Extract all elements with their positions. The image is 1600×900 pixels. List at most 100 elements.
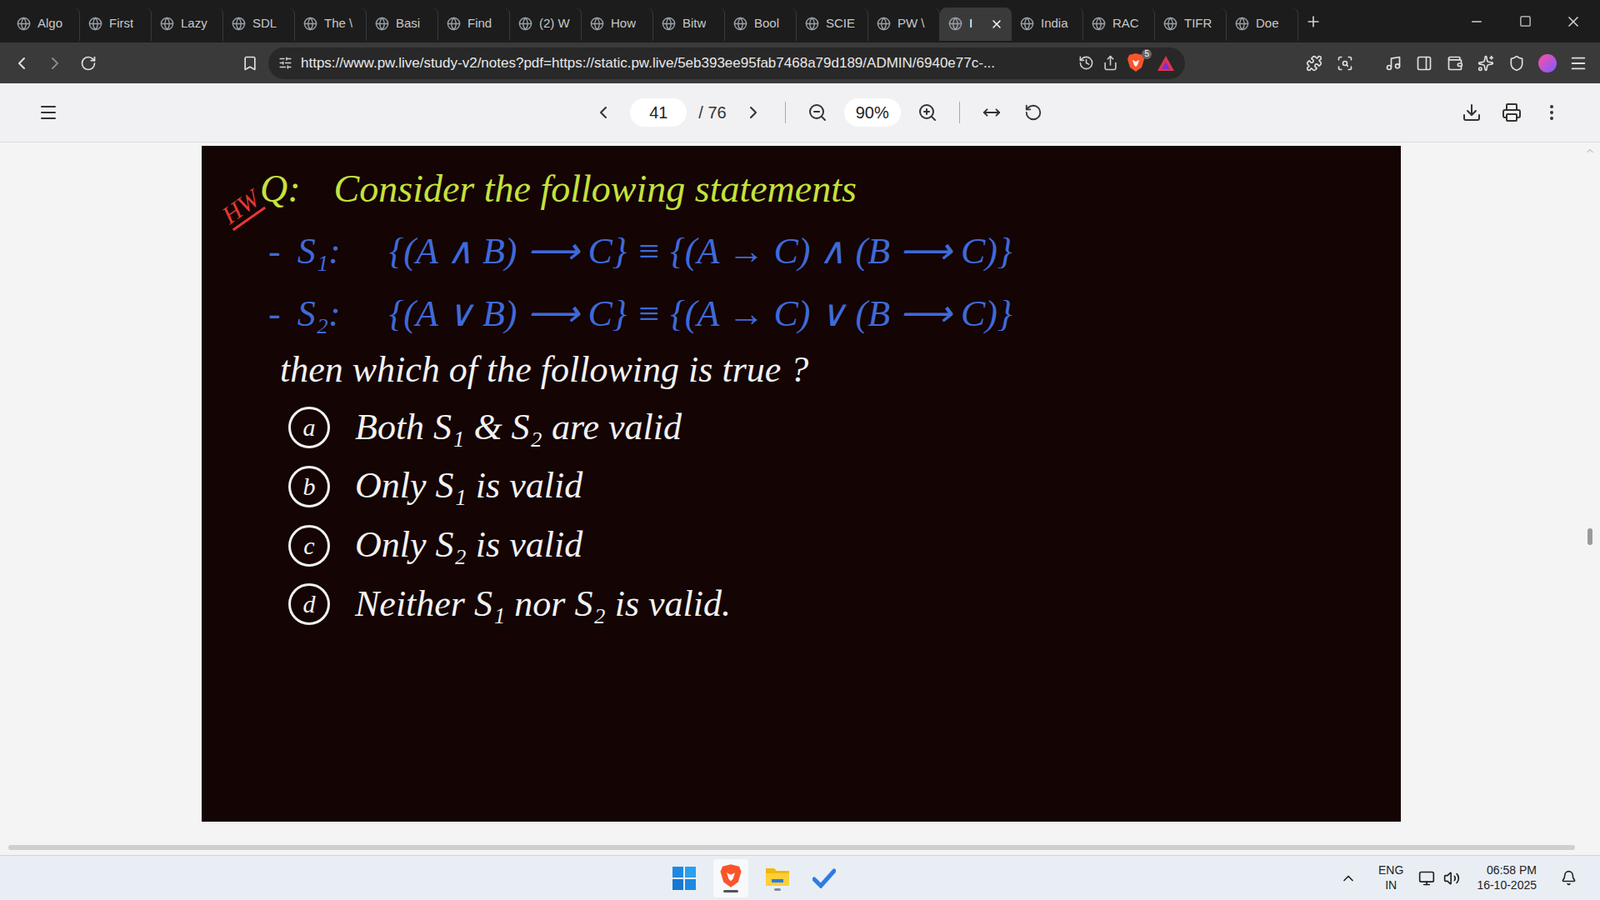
sidebar-icon: [1415, 55, 1433, 72]
browser-tab[interactable]: Bitw: [653, 7, 725, 41]
wallet-button[interactable]: [1440, 48, 1470, 79]
pdf-toolbar: 41/ 7690%: [0, 83, 1600, 143]
site-favicon-icon: [805, 16, 820, 31]
previous-page-button[interactable]: [588, 97, 619, 128]
bookmark-button[interactable]: [235, 48, 265, 79]
reading-mode-button[interactable]: [1330, 48, 1360, 79]
minimize-button[interactable]: [1458, 5, 1495, 39]
answer-option[interactable]: cOnly S₂ is valid: [288, 523, 1401, 568]
address-field[interactable]: https://www.pw.live/study-v2/notes?pdf=h…: [268, 47, 1185, 80]
site-favicon-icon: [1163, 16, 1178, 31]
fit-width-button[interactable]: [976, 97, 1007, 128]
new-tab-button[interactable]: [1298, 6, 1329, 37]
pdf-page: HWQ:Consider the following statements-S₁…: [201, 145, 1401, 822]
homework-mark: HW: [216, 184, 266, 231]
browser-tab[interactable]: Basi: [366, 7, 439, 41]
answer-option[interactable]: aBoth S₁ & S₂ are valid: [288, 405, 1401, 450]
leo-button[interactable]: [1470, 48, 1501, 79]
profile-button[interactable]: [1532, 48, 1563, 79]
zoom-level[interactable]: 90%: [844, 98, 901, 127]
browser-tab[interactable]: India: [1011, 7, 1084, 41]
previous-icon: [593, 102, 614, 123]
site-favicon-icon: [1020, 16, 1035, 31]
taskbar: ENGIN 06:58 PM16-10-2025: [0, 855, 1600, 900]
restore-icon: [1519, 15, 1532, 28]
close-icon: [1565, 13, 1582, 30]
browser-tab[interactable]: First: [80, 7, 152, 41]
menu-icon: [38, 102, 59, 123]
site-favicon-icon: [590, 16, 605, 31]
answer-option[interactable]: bOnly S₁ is valid: [288, 464, 1401, 509]
file-explorer-button[interactable]: [760, 859, 795, 898]
reload-button[interactable]: [73, 48, 104, 79]
zoom-in-button[interactable]: [912, 97, 943, 128]
extensions-button[interactable]: [1299, 48, 1330, 79]
back-button[interactable]: [6, 48, 37, 79]
reader-icon: [1336, 55, 1354, 72]
browser-tab[interactable]: Algo: [8, 7, 80, 41]
browser-tab[interactable]: (2) W: [510, 7, 582, 41]
zoom-out-button[interactable]: [802, 97, 833, 128]
history-icon[interactable]: [1078, 55, 1095, 71]
system-tray[interactable]: [1418, 870, 1460, 887]
browser-tab[interactable]: TIFR: [1155, 7, 1227, 41]
site-favicon-icon: [160, 16, 175, 31]
answer-option[interactable]: dNeither S₁ nor S₂ is valid.: [288, 582, 1401, 627]
language-indicator[interactable]: ENGIN: [1373, 863, 1409, 893]
browser-tab[interactable]: Find: [438, 7, 510, 41]
share-icon[interactable]: [1102, 55, 1119, 71]
question-title: Q:Consider the following statements: [260, 165, 1401, 212]
media-button[interactable]: [1378, 48, 1409, 79]
browser-tab[interactable]: PW \: [868, 7, 940, 41]
site-favicon-icon: [1091, 16, 1106, 31]
shields-count-badge: 5: [1141, 49, 1152, 60]
site-favicon-icon: [876, 16, 891, 31]
brave-shields-button[interactable]: 5: [1126, 52, 1149, 75]
start-button[interactable]: [666, 860, 702, 896]
forward-icon: [45, 53, 65, 74]
scroll-up-icon[interactable]: [1585, 145, 1595, 156]
notifications-button[interactable]: [1553, 863, 1584, 894]
music-icon: [1385, 55, 1402, 72]
browser-tab[interactable]: RAC: [1083, 7, 1155, 41]
close-window-button[interactable]: [1555, 5, 1592, 39]
chevron-up-icon: [1340, 870, 1357, 887]
vpn-button[interactable]: [1501, 48, 1532, 79]
browser-tab[interactable]: How: [581, 7, 654, 41]
restore-button[interactable]: [1506, 5, 1544, 39]
page-number-input[interactable]: 41: [630, 98, 687, 127]
site-info-icon[interactable]: [278, 55, 293, 70]
browser-tab[interactable]: Lazy: [151, 7, 224, 41]
browser-window: AlgoFirstLazySDLThe \BasiFind(2) WHowBit…: [0, 0, 1600, 900]
back-icon: [11, 53, 32, 74]
browser-tab[interactable]: The \: [295, 7, 367, 41]
outline-button[interactable]: [33, 97, 64, 128]
folder-icon: [765, 865, 790, 887]
rotate-button[interactable]: [1018, 97, 1049, 128]
scroll-thumb[interactable]: [1587, 528, 1593, 545]
url-text[interactable]: https://www.pw.live/study-v2/notes?pdf=h…: [300, 52, 1070, 75]
forward-button[interactable]: [40, 48, 70, 79]
browser-tab[interactable]: I: [940, 7, 1012, 41]
clock[interactable]: 06:58 PM16-10-2025: [1470, 863, 1544, 893]
scroll-thumb[interactable]: [8, 845, 1575, 850]
sidebar-button[interactable]: [1409, 48, 1440, 79]
hidden-icons-button[interactable]: [1333, 863, 1364, 894]
browser-tab[interactable]: Doe: [1226, 7, 1299, 41]
vertical-scrollbar[interactable]: [1580, 142, 1600, 840]
browser-tab[interactable]: SCIE: [796, 7, 869, 41]
todo-button[interactable]: [806, 860, 842, 896]
print-button[interactable]: [1496, 97, 1527, 128]
more-button[interactable]: [1536, 97, 1567, 128]
download-button[interactable]: [1456, 97, 1487, 128]
site-favicon-icon: [375, 16, 390, 31]
brave-rewards-icon[interactable]: [1156, 55, 1175, 72]
browser-tab[interactable]: Bool: [725, 7, 797, 41]
horizontal-scrollbar[interactable]: [0, 840, 1600, 855]
brave-taskbar-button[interactable]: [713, 859, 749, 898]
menu-button[interactable]: [1563, 48, 1594, 79]
close-tab-icon[interactable]: [990, 17, 1004, 31]
site-favicon-icon: [88, 16, 103, 31]
next-page-button[interactable]: [738, 97, 769, 128]
browser-tab[interactable]: SDL: [223, 7, 295, 41]
